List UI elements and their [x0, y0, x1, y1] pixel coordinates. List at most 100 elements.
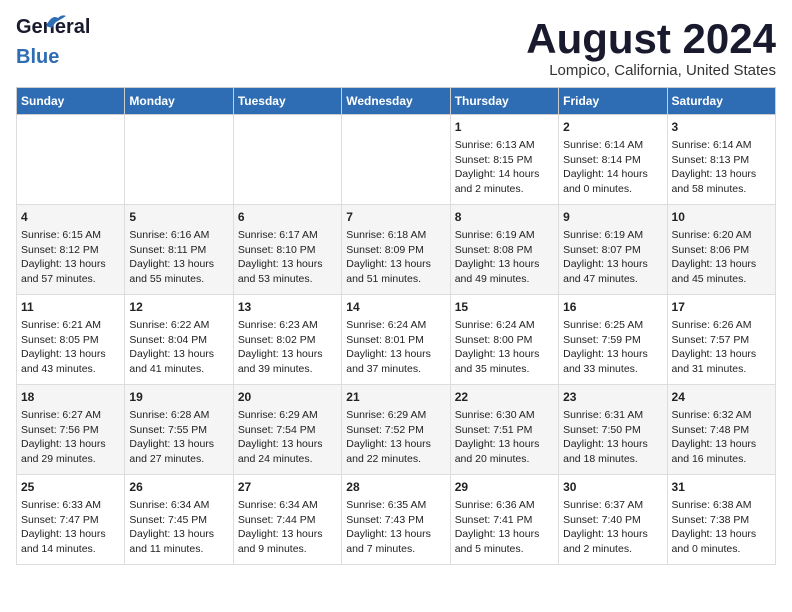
day-info: Sunrise: 6:25 AM: [563, 318, 662, 333]
day-info: and 39 minutes.: [238, 362, 337, 377]
calendar-cell: 12Sunrise: 6:22 AMSunset: 8:04 PMDayligh…: [125, 295, 233, 385]
calendar-cell: 6Sunrise: 6:17 AMSunset: 8:10 PMDaylight…: [233, 205, 341, 295]
calendar-cell: 10Sunrise: 6:20 AMSunset: 8:06 PMDayligh…: [667, 205, 775, 295]
day-info: Sunset: 7:57 PM: [672, 333, 771, 348]
day-info: Daylight: 13 hours: [21, 257, 120, 272]
day-info: Daylight: 13 hours: [129, 257, 228, 272]
day-info: Sunset: 8:02 PM: [238, 333, 337, 348]
calendar-cell: 3Sunrise: 6:14 AMSunset: 8:13 PMDaylight…: [667, 115, 775, 205]
day-info: Daylight: 13 hours: [455, 527, 554, 542]
day-number: 7: [346, 209, 445, 226]
calendar-cell: 9Sunrise: 6:19 AMSunset: 8:07 PMDaylight…: [559, 205, 667, 295]
day-info: and 43 minutes.: [21, 362, 120, 377]
day-info: Sunrise: 6:16 AM: [129, 228, 228, 243]
day-info: Sunrise: 6:34 AM: [129, 498, 228, 513]
day-info: and 57 minutes.: [21, 272, 120, 287]
calendar-cell: [125, 115, 233, 205]
day-info: Sunrise: 6:15 AM: [21, 228, 120, 243]
calendar-cell: 4 Sunrise: 6:15 AMSunset: 8:12 PMDaylight…: [17, 205, 125, 295]
day-info: Daylight: 13 hours: [346, 257, 445, 272]
calendar-header-row: SundayMondayTuesdayWednesdayThursdayFrid…: [17, 88, 776, 115]
day-info: Sunrise: 6:21 AM: [21, 318, 120, 333]
day-number: 17: [672, 299, 771, 316]
day-info: Daylight: 13 hours: [672, 527, 771, 542]
day-info: Sunset: 7:47 PM: [21, 513, 120, 528]
day-number: 31: [672, 479, 771, 496]
calendar-cell: 18Sunrise: 6:27 AMSunset: 7:56 PMDayligh…: [17, 385, 125, 475]
calendar-cell: 20 Sunrise: 6:29 AMSunset: 7:54 PMDayligh…: [233, 385, 341, 475]
day-info: Sunrise: 6:29 AM: [238, 408, 337, 423]
day-number: 25: [21, 479, 120, 496]
calendar-cell: 24Sunrise: 6:32 AMSunset: 7:48 PMDayligh…: [667, 385, 775, 475]
day-info: Sunset: 7:59 PM: [563, 333, 662, 348]
day-number: 4: [21, 209, 120, 226]
calendar-cell: 29Sunrise: 6:36 AMSunset: 7:41 PMDayligh…: [450, 475, 558, 565]
header-wednesday: Wednesday: [342, 88, 450, 115]
day-info: Daylight: 13 hours: [672, 347, 771, 362]
header-thursday: Thursday: [450, 88, 558, 115]
day-info: Daylight: 13 hours: [238, 347, 337, 362]
day-info: and 20 minutes.: [455, 452, 554, 467]
day-info: Sunrise: 6:31 AM: [563, 408, 662, 423]
day-info: Daylight: 13 hours: [563, 437, 662, 452]
day-number: 18: [21, 389, 120, 406]
day-number: 13: [238, 299, 337, 316]
day-number: 23: [563, 389, 662, 406]
day-info: Daylight: 13 hours: [129, 527, 228, 542]
day-number: 12: [129, 299, 228, 316]
day-info: and 7 minutes.: [346, 542, 445, 557]
day-number: 22: [455, 389, 554, 406]
day-info: Sunset: 8:13 PM: [672, 153, 771, 168]
calendar-cell: [233, 115, 341, 205]
day-info: Daylight: 13 hours: [21, 437, 120, 452]
day-info: Sunset: 8:12 PM: [21, 243, 120, 258]
day-info: Sunrise: 6:23 AM: [238, 318, 337, 333]
day-info: Daylight: 13 hours: [455, 437, 554, 452]
day-info: and 37 minutes.: [346, 362, 445, 377]
calendar-cell: [17, 115, 125, 205]
day-info: Sunset: 7:54 PM: [238, 423, 337, 438]
day-number: 3: [672, 119, 771, 136]
day-info: and 0 minutes.: [672, 542, 771, 557]
day-info: and 58 minutes.: [672, 182, 771, 197]
day-info: Sunset: 7:38 PM: [672, 513, 771, 528]
day-number: 11: [21, 299, 120, 316]
day-info: Sunrise: 6:29 AM: [346, 408, 445, 423]
day-info: Sunset: 7:50 PM: [563, 423, 662, 438]
day-info: and 35 minutes.: [455, 362, 554, 377]
day-info: Sunset: 7:44 PM: [238, 513, 337, 528]
day-info: Sunset: 8:09 PM: [346, 243, 445, 258]
day-number: 20: [238, 389, 337, 406]
day-info: Sunset: 7:43 PM: [346, 513, 445, 528]
day-info: Sunrise: 6:14 AM: [672, 138, 771, 153]
day-info: Sunrise: 6:13 AM: [455, 138, 554, 153]
day-info: Daylight: 13 hours: [346, 347, 445, 362]
day-info: Sunrise: 6:14 AM: [563, 138, 662, 153]
day-info: Daylight: 13 hours: [672, 257, 771, 272]
title-block: August 2024 Lompico, California, United …: [526, 16, 776, 79]
header-sunday: Sunday: [17, 88, 125, 115]
calendar-cell: 31Sunrise: 6:38 AMSunset: 7:38 PMDayligh…: [667, 475, 775, 565]
calendar-cell: 11Sunrise: 6:21 AMSunset: 8:05 PMDayligh…: [17, 295, 125, 385]
calendar-cell: 17Sunrise: 6:26 AMSunset: 7:57 PMDayligh…: [667, 295, 775, 385]
day-info: Sunrise: 6:18 AM: [346, 228, 445, 243]
day-info: Daylight: 13 hours: [563, 257, 662, 272]
day-number: 28: [346, 479, 445, 496]
day-info: and 14 minutes.: [21, 542, 120, 557]
calendar-table: SundayMondayTuesdayWednesdayThursdayFrid…: [16, 87, 776, 565]
day-info: Sunset: 8:00 PM: [455, 333, 554, 348]
day-info: and 16 minutes.: [672, 452, 771, 467]
day-number: 9: [563, 209, 662, 226]
day-info: Daylight: 13 hours: [238, 437, 337, 452]
calendar-cell: 16Sunrise: 6:25 AMSunset: 7:59 PMDayligh…: [559, 295, 667, 385]
day-info: Sunset: 8:11 PM: [129, 243, 228, 258]
day-number: 19: [129, 389, 228, 406]
day-info: and 24 minutes.: [238, 452, 337, 467]
day-info: and 5 minutes.: [455, 542, 554, 557]
day-number: 6: [238, 209, 337, 226]
day-info: Daylight: 13 hours: [455, 257, 554, 272]
day-number: 27: [238, 479, 337, 496]
day-info: Sunrise: 6:19 AM: [563, 228, 662, 243]
day-info: Sunset: 7:52 PM: [346, 423, 445, 438]
page-subtitle: Lompico, California, United States: [526, 62, 776, 79]
